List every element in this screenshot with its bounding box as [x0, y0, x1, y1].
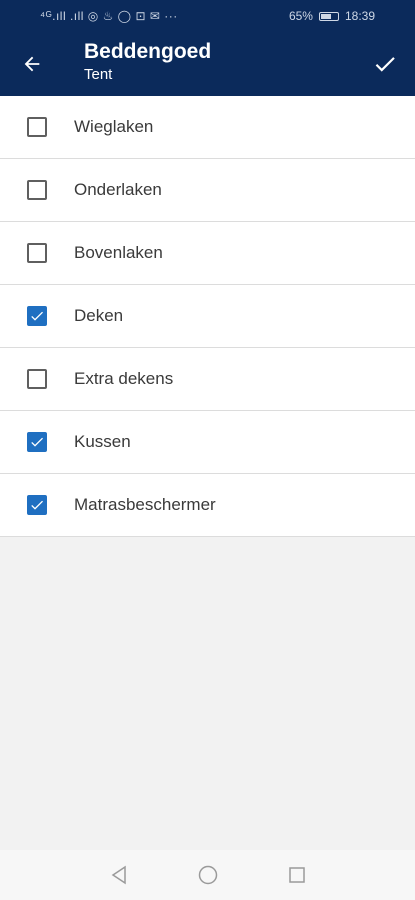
list-item-label: Wieglaken — [74, 117, 154, 136]
list-item-label: Matrasbeschermer — [74, 495, 216, 514]
list-item[interactable]: Wieglaken — [0, 96, 415, 159]
checkmark-icon — [31, 437, 43, 447]
page-subtitle: Tent — [84, 66, 113, 83]
status-icons-text: ⁴ᴳ.ıll .ıll ◎ ♨ ◯ ⊡ ✉ ··· — [40, 9, 178, 23]
list-item[interactable]: Onderlaken — [0, 159, 415, 222]
confirm-button[interactable] — [355, 32, 415, 96]
list-item[interactable]: Deken — [0, 285, 415, 348]
square-recents-icon[interactable] — [287, 865, 307, 885]
title-block: Beddengoed Tent — [84, 39, 355, 85]
checkbox-checked[interactable] — [27, 432, 47, 452]
checkbox-checked[interactable] — [27, 306, 47, 326]
circle-home-icon[interactable] — [197, 864, 219, 886]
arrow-left-icon — [24, 56, 40, 72]
battery-percent: 65% — [288, 9, 313, 23]
list-item-label: Kussen — [74, 432, 131, 451]
list-item[interactable]: Extra dekens — [0, 348, 415, 411]
checkbox-checked[interactable] — [27, 495, 47, 515]
checkbox-unchecked[interactable] — [27, 369, 47, 389]
list-item-label: Deken — [74, 306, 124, 325]
checkmark-icon — [31, 311, 43, 321]
status-right: 65% 18:39 — [289, 9, 375, 23]
list-item[interactable]: Kussen — [0, 411, 415, 474]
list-item-label: Onderlaken — [74, 180, 162, 199]
list-item[interactable]: Bovenlaken — [0, 222, 415, 285]
bedding-list: Wieglaken Onderlaken Bovenlaken Deken Extra … — [0, 96, 415, 537]
status-icons: ⁴ᴳ.ıll .ıll ◎ ♨ ◯ ⊡ ✉ ··· — [40, 9, 178, 23]
list-item-label: Bovenlaken — [74, 243, 163, 262]
status-bar: ⁴ᴳ.ıll .ıll ◎ ♨ ◯ ⊡ ✉ ··· 65% 18:39 — [0, 0, 415, 32]
checkbox-unchecked[interactable] — [27, 243, 47, 263]
back-button[interactable] — [0, 32, 64, 96]
list-item-label: Extra dekens — [74, 369, 174, 388]
triangle-back-icon[interactable] — [109, 865, 129, 885]
checkbox-unchecked[interactable] — [27, 117, 47, 137]
check-icon — [375, 57, 395, 72]
system-nav-bar — [0, 850, 415, 900]
battery-icon — [318, 11, 339, 21]
checkbox-unchecked[interactable] — [27, 180, 47, 200]
page-title: Beddengoed — [84, 40, 212, 63]
list-item[interactable]: Matrasbeschermer — [0, 474, 415, 537]
app-bar: Beddengoed Tent — [0, 32, 415, 96]
checkmark-icon — [31, 500, 43, 510]
clock: 18:39 — [344, 9, 375, 23]
